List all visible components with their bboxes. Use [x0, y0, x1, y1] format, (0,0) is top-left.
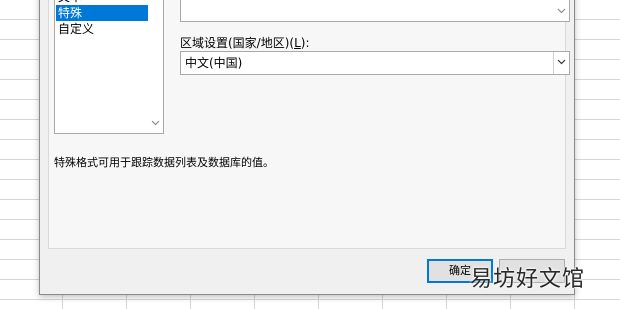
chevron-down-icon — [557, 59, 566, 65]
format-cells-dialog: 文本 特殊 自定义 区域设置(国家/地区)(L): 中文(中国) — [39, 0, 575, 295]
category-item-custom[interactable]: 自定义 — [56, 21, 148, 37]
region-select[interactable]: 中文(中国) — [180, 51, 570, 75]
watermark-text: 易坊好文馆 — [470, 267, 586, 292]
region-label-suffix: ): — [300, 36, 310, 50]
region-dropdown-button[interactable] — [553, 52, 569, 74]
region-label-accelerator: L — [294, 36, 301, 50]
format-description: 特殊格式可用于跟踪数据列表及数据库的值。 — [54, 156, 274, 169]
category-list-scrollbar[interactable] — [148, 0, 163, 133]
chevron-down-icon[interactable] — [557, 8, 566, 17]
chevron-down-icon[interactable] — [151, 120, 160, 129]
region-label-prefix: 区域设置(国家/地区)( — [180, 36, 295, 50]
type-list[interactable] — [180, 0, 570, 22]
region-label: 区域设置(国家/地区)(L): — [180, 34, 310, 51]
type-list-scrollbar[interactable] — [554, 0, 569, 21]
number-tab-panel: 文本 特殊 自定义 区域设置(国家/地区)(L): 中文(中国) — [48, 0, 570, 249]
category-list[interactable]: 文本 特殊 自定义 — [54, 0, 164, 134]
region-select-value: 中文(中国) — [185, 56, 243, 70]
category-item-special[interactable]: 特殊 — [56, 5, 148, 21]
